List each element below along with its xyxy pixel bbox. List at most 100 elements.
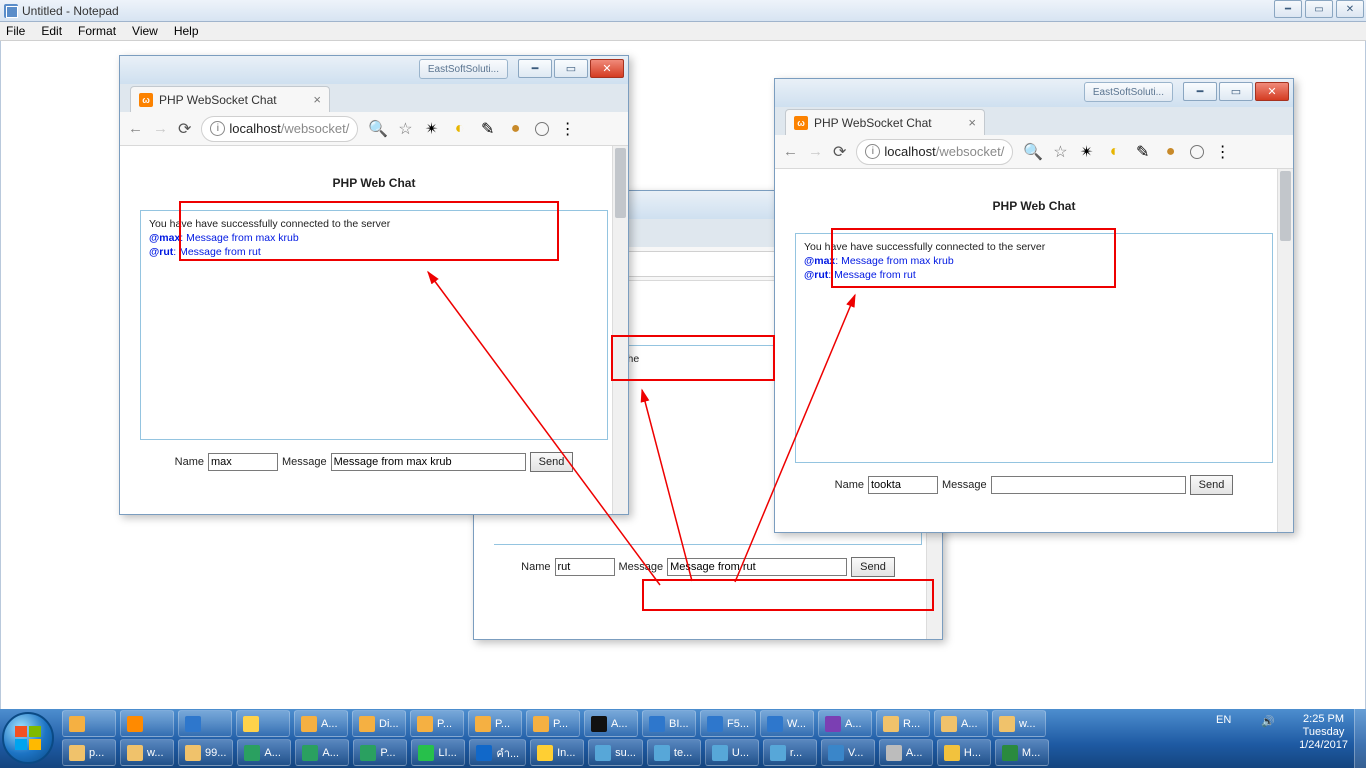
taskbar-item-label: LI...	[438, 747, 456, 759]
taskbar-item[interactable]: In...	[530, 739, 584, 766]
system-tray[interactable]: EN 🔊 2:25 PM Tuesday 1/24/2017	[1196, 709, 1366, 768]
taskbar-item-icon	[475, 716, 491, 732]
taskbar-item[interactable]: BI...	[642, 710, 696, 737]
taskbar-item-label: P...	[437, 718, 452, 730]
taskbar-item[interactable]: te...	[647, 739, 701, 766]
taskbar-item-icon	[243, 716, 259, 732]
clock[interactable]: 2:25 PM Tuesday 1/24/2017	[1299, 713, 1348, 753]
taskbar-item-label: r...	[790, 747, 802, 759]
taskbar-item[interactable]: P...	[410, 710, 464, 737]
taskbar-item-label: M...	[1022, 747, 1040, 759]
taskbar-item[interactable]: U...	[705, 739, 759, 766]
taskbar-item-icon	[185, 745, 201, 761]
taskbar-item-label: A...	[322, 747, 339, 759]
taskbar-item-icon	[944, 745, 960, 761]
taskbar-row-1: A... Di... P... P... P... A... BI... F5...W... A…	[62, 710, 1046, 738]
taskbar-item-label: su...	[615, 747, 636, 759]
taskbar-item[interactable]: w...	[120, 739, 174, 766]
taskbar-item-icon	[941, 716, 957, 732]
taskbar-item-icon	[770, 745, 786, 761]
taskbar-item[interactable]: LI...	[411, 739, 465, 766]
taskbar-item[interactable]: คำ...	[469, 739, 526, 766]
taskbar-item-label: A...	[906, 747, 923, 759]
taskbar-item-icon	[886, 745, 902, 761]
taskbar-item-label: P...	[495, 718, 510, 730]
taskbar-item[interactable]: M...	[995, 739, 1049, 766]
taskbar-item-label: H...	[964, 747, 981, 759]
taskbar-item[interactable]: P...	[353, 739, 407, 766]
taskbar-item[interactable]: 99...	[178, 739, 233, 766]
taskbar-item-label: p...	[89, 747, 104, 759]
language-indicator[interactable]: EN	[1216, 714, 1231, 726]
taskbar-item-label: Di...	[379, 718, 399, 730]
taskbar-item-label: 99...	[205, 747, 226, 759]
taskbar-item-icon	[654, 745, 670, 761]
taskbar-item-icon	[244, 745, 260, 761]
taskbar-item-label: A...	[264, 747, 281, 759]
taskbar-item-icon	[537, 745, 553, 761]
taskbar-item[interactable]: r...	[763, 739, 817, 766]
taskbar-item-icon	[476, 745, 492, 761]
taskbar-item-label: A...	[961, 718, 978, 730]
taskbar-item[interactable]: V...	[821, 739, 875, 766]
taskbar-item[interactable]: p...	[62, 739, 116, 766]
show-desktop-button[interactable]	[1354, 709, 1366, 768]
taskbar[interactable]: A... Di... P... P... P... A... BI... F5...W... A…	[0, 709, 1366, 768]
taskbar-item[interactable]: A...	[294, 710, 348, 737]
taskbar-item[interactable]: W...	[760, 710, 814, 737]
taskbar-item[interactable]: A...	[879, 739, 933, 766]
taskbar-item[interactable]	[178, 710, 232, 737]
taskbar-item-icon	[360, 745, 376, 761]
taskbar-item[interactable]: A...	[584, 710, 638, 737]
taskbar-item-icon	[712, 745, 728, 761]
taskbar-item[interactable]: A...	[295, 739, 349, 766]
taskbar-row-2: p... w... 99... A... A... P... LI... คำ... In...…	[62, 739, 1049, 767]
taskbar-item-icon	[418, 745, 434, 761]
taskbar-item[interactable]	[120, 710, 174, 737]
taskbar-item-label: P...	[553, 718, 568, 730]
taskbar-item[interactable]: su...	[588, 739, 643, 766]
taskbar-item[interactable]: A...	[818, 710, 872, 737]
taskbar-item[interactable]	[62, 710, 116, 737]
taskbar-item-icon	[1002, 745, 1018, 761]
taskbar-item-icon	[999, 716, 1015, 732]
taskbar-item-label: w...	[147, 747, 164, 759]
taskbar-item-label: A...	[321, 718, 338, 730]
taskbar-item-icon	[883, 716, 899, 732]
taskbar-item[interactable]: A...	[934, 710, 988, 737]
taskbar-item-icon	[533, 716, 549, 732]
taskbar-item-icon	[302, 745, 318, 761]
volume-icon[interactable]: 🔊	[1261, 715, 1275, 728]
clock-time: 2:25 PM	[1299, 713, 1348, 726]
annotation-arrows	[0, 0, 1366, 768]
taskbar-item-label: BI...	[669, 718, 689, 730]
taskbar-item[interactable]	[236, 710, 290, 737]
taskbar-item-icon	[417, 716, 433, 732]
taskbar-item[interactable]: H...	[937, 739, 991, 766]
taskbar-item-icon	[707, 716, 723, 732]
taskbar-item-label: w...	[1019, 718, 1036, 730]
taskbar-item-icon	[359, 716, 375, 732]
taskbar-item-label: In...	[557, 747, 575, 759]
taskbar-item[interactable]: w...	[992, 710, 1046, 737]
taskbar-item-icon	[185, 716, 201, 732]
taskbar-item[interactable]: A...	[237, 739, 291, 766]
taskbar-item-icon	[767, 716, 783, 732]
clock-day: Tuesday	[1299, 726, 1348, 739]
taskbar-item-label: A...	[845, 718, 862, 730]
taskbar-item-icon	[649, 716, 665, 732]
taskbar-item-icon	[825, 716, 841, 732]
clock-date: 1/24/2017	[1299, 739, 1348, 752]
taskbar-item-icon	[591, 716, 607, 732]
taskbar-item[interactable]: P...	[526, 710, 580, 737]
taskbar-item[interactable]: P...	[468, 710, 522, 737]
taskbar-item-icon	[69, 745, 85, 761]
taskbar-item-label: R...	[903, 718, 920, 730]
taskbar-item[interactable]: Di...	[352, 710, 406, 737]
taskbar-item-icon	[127, 745, 143, 761]
taskbar-item[interactable]: R...	[876, 710, 930, 737]
taskbar-item-icon	[69, 716, 85, 732]
taskbar-item-icon	[595, 745, 611, 761]
taskbar-item-icon	[828, 745, 844, 761]
taskbar-item[interactable]: F5...	[700, 710, 756, 737]
